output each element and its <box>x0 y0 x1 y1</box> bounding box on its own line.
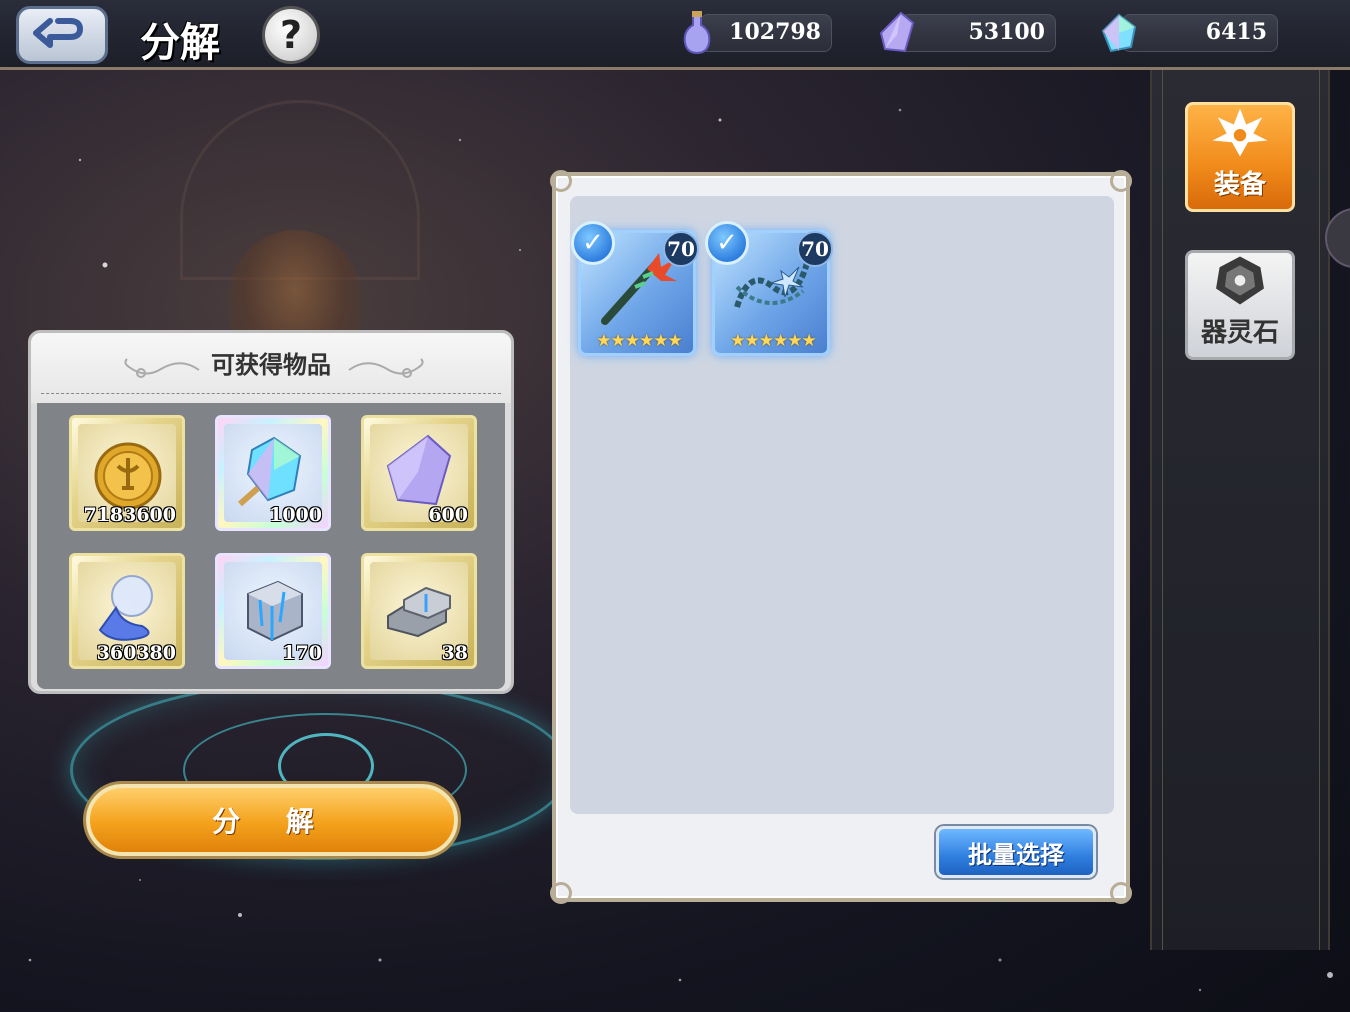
currency-potion-value: 102798 <box>729 19 821 45</box>
page-title: 分解 <box>140 19 220 66</box>
equipment-lily-icon <box>1212 108 1268 157</box>
equipment-list: ✓ 70 ★★★★★★ ✓ 70 ★★★★★★ <box>570 196 1114 814</box>
equipment-item[interactable]: ✓ 70 ★★★★★★ <box>571 221 699 356</box>
reward-item[interactable]: 170 <box>215 553 331 669</box>
selected-check-icon: ✓ <box>571 221 615 265</box>
equipment-level-badge: 70 <box>797 231 833 267</box>
silver-ingot-icon <box>387 586 451 638</box>
reward-item[interactable]: 1000 <box>215 415 331 531</box>
purple-crystal-icon <box>386 434 452 506</box>
reward-quantity: 600 <box>428 504 468 526</box>
back-button[interactable] <box>16 6 108 64</box>
reward-quantity: 170 <box>282 642 322 664</box>
currency-crystal-value: 53100 <box>968 19 1045 45</box>
currency-crystal: 53100 <box>879 11 1056 53</box>
gold-coin-icon <box>94 442 162 510</box>
equipment-level-badge: 70 <box>663 231 699 267</box>
equipment-selection-panel: ✓ 70 ★★★★★★ ✓ 70 ★★★★★★ 批量选择 <box>550 170 1132 904</box>
spilled-potion-icon <box>98 575 153 641</box>
batch-select-button[interactable]: 批量选择 <box>936 826 1096 878</box>
currency-rainbow-gem-value: 6415 <box>1205 19 1267 45</box>
obtainable-items-grid: 7183600 1000 600 360380 170 38 <box>37 403 505 689</box>
reward-item[interactable]: 360380 <box>69 553 185 669</box>
reward-quantity: 38 <box>441 642 468 664</box>
equipment-star-rating: ★★★★★★ <box>730 331 816 351</box>
equipment-star-rating: ★★★★★★ <box>596 331 682 351</box>
equipment-item[interactable]: ✓ 70 ★★★★★★ <box>705 221 833 356</box>
right-ornament-icon <box>348 358 424 378</box>
corner-ornament <box>550 882 572 904</box>
purple-crystal-icon <box>879 11 915 53</box>
top-bar: 分解 ? 102798 53100 6415 <box>0 0 1350 70</box>
potion-bottle-icon <box>683 11 711 55</box>
corner-ornament <box>1110 170 1132 192</box>
reward-item[interactable]: 38 <box>361 553 477 669</box>
tab-equipment[interactable]: 装备 <box>1185 102 1295 212</box>
reward-quantity: 1000 <box>269 504 322 526</box>
reward-quantity: 7183600 <box>83 504 176 526</box>
obtainable-items-panel: 可获得物品 7183600 1000 600 360380 170 38 <box>28 330 514 694</box>
obtainable-items-header: 可获得物品 <box>31 333 511 403</box>
tab-spirit-stone[interactable]: 器灵石 <box>1185 250 1295 360</box>
reward-quantity: 360380 <box>96 642 176 664</box>
header-divider <box>41 393 501 394</box>
selected-check-icon: ✓ <box>705 221 749 265</box>
reward-item[interactable]: 600 <box>361 415 477 531</box>
decompose-button[interactable]: 分 解 <box>86 784 458 856</box>
rainbow-gem-icon <box>238 436 302 507</box>
blue-ore-block-icon <box>247 580 303 642</box>
rainbow-gem-icon <box>1101 13 1137 53</box>
currency-potion: 102798 <box>683 11 832 55</box>
spirit-stone-icon <box>1216 256 1264 305</box>
tab-equipment-label: 装备 <box>1213 170 1266 200</box>
obtainable-items-title: 可获得物品 <box>211 350 331 379</box>
corner-ornament <box>1110 882 1132 904</box>
currency-rainbow-gem: 6415 <box>1101 13 1278 53</box>
back-arrow-icon <box>33 18 83 48</box>
tab-spirit-stone-label: 器灵石 <box>1200 318 1279 348</box>
help-button[interactable]: ? <box>262 6 320 64</box>
reward-item[interactable]: 7183600 <box>69 415 185 531</box>
corner-ornament <box>550 170 572 192</box>
